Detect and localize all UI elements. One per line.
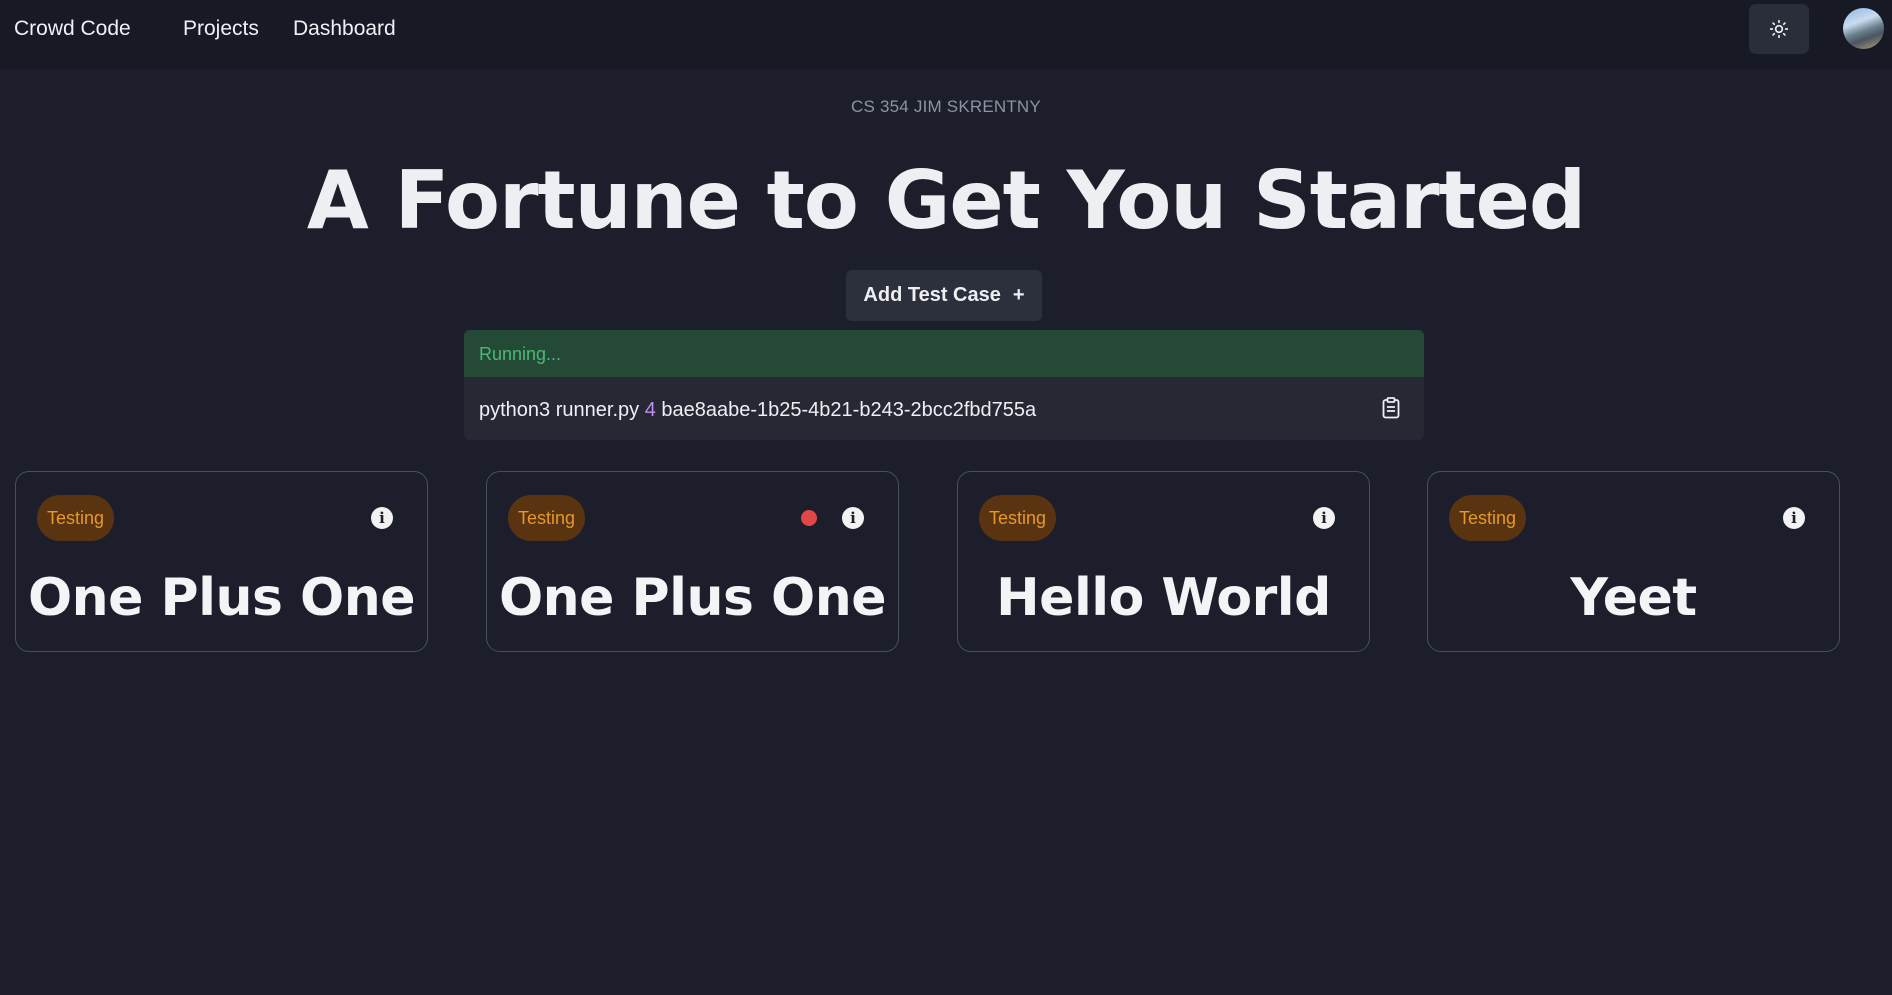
clipboard-icon	[1382, 397, 1400, 419]
add-test-case-label: Add Test Case	[863, 284, 1001, 306]
plus-icon: +	[1012, 284, 1025, 306]
status-badge: Testing	[1449, 495, 1526, 541]
theme-toggle-button[interactable]	[1749, 4, 1809, 54]
command-prefix: python3 runner.py	[479, 399, 640, 421]
run-status-bar: Running...	[464, 330, 1424, 377]
test-case-card[interactable]: Testing i One Plus One	[15, 471, 428, 652]
info-icon[interactable]: i	[842, 507, 864, 529]
card-title: One Plus One	[27, 568, 416, 628]
info-icon[interactable]: i	[371, 507, 393, 529]
card-title: One Plus One	[498, 568, 887, 628]
user-avatar[interactable]	[1843, 8, 1884, 49]
info-icon[interactable]: i	[1313, 507, 1335, 529]
run-status-text: Running...	[479, 344, 562, 364]
test-case-card[interactable]: Testing i One Plus One	[486, 471, 899, 652]
alert-dot-icon	[801, 510, 817, 526]
course-label: CS 354 JIM SKRENTNY	[851, 97, 1041, 116]
navbar: Crowd Code Projects Dashboard	[0, 0, 1892, 69]
card-title: Yeet	[1570, 568, 1697, 628]
command-box: python3 runner.py 4 bae8aabe-1b25-4b21-b…	[464, 377, 1424, 440]
test-case-card[interactable]: Testing i Hello World	[957, 471, 1370, 652]
nav-link-dashboard[interactable]: Dashboard	[293, 17, 396, 41]
page-title: A Fortune to Get You Started	[306, 154, 1586, 247]
command-arg: 4	[644, 399, 656, 421]
status-badge: Testing	[37, 495, 114, 541]
brand-logo[interactable]: Crowd Code	[14, 17, 131, 41]
status-badge: Testing	[979, 495, 1056, 541]
command-id: bae8aabe-1b25-4b21-b243-2bcc2fbd755a	[661, 399, 1037, 421]
status-badge: Testing	[508, 495, 585, 541]
test-case-card[interactable]: Testing i Yeet	[1427, 471, 1840, 652]
card-title: Hello World	[996, 568, 1331, 628]
sun-icon	[1769, 19, 1789, 39]
copy-clipboard-button[interactable]	[1378, 393, 1404, 423]
info-icon[interactable]: i	[1783, 507, 1805, 529]
add-test-case-button[interactable]: Add Test Case +	[846, 270, 1042, 321]
nav-link-projects[interactable]: Projects	[183, 17, 259, 41]
